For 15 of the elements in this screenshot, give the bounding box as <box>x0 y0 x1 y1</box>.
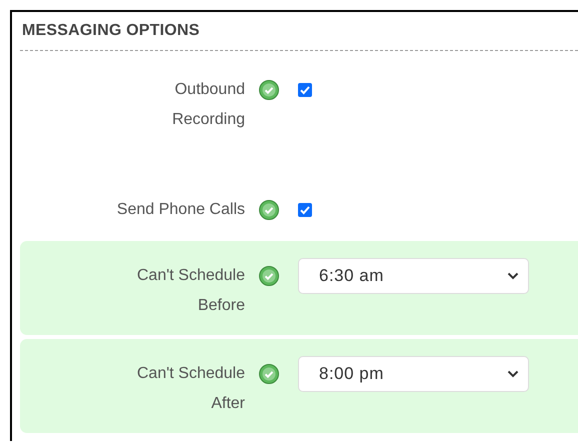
chevron-down-icon <box>507 272 519 280</box>
time-dropdown[interactable]: 8:00 pm <box>298 356 529 392</box>
field-label: Send Phone Calls <box>116 200 245 220</box>
check-circle-icon <box>259 266 279 286</box>
check-circle-icon <box>259 200 279 220</box>
check-circle-icon <box>259 80 279 100</box>
field-label: Can't Schedule After <box>136 364 245 414</box>
field-label: Can't Schedule Before <box>136 266 245 316</box>
checkbox[interactable] <box>298 83 312 97</box>
field-label: Outbound Recording <box>171 80 245 130</box>
section-heading: MESSAGING OPTIONS <box>21 21 201 41</box>
chevron-down-icon <box>507 370 519 378</box>
check-circle-icon <box>259 364 279 384</box>
time-dropdown[interactable]: 6:30 am <box>298 258 529 294</box>
checkbox[interactable] <box>298 203 312 217</box>
